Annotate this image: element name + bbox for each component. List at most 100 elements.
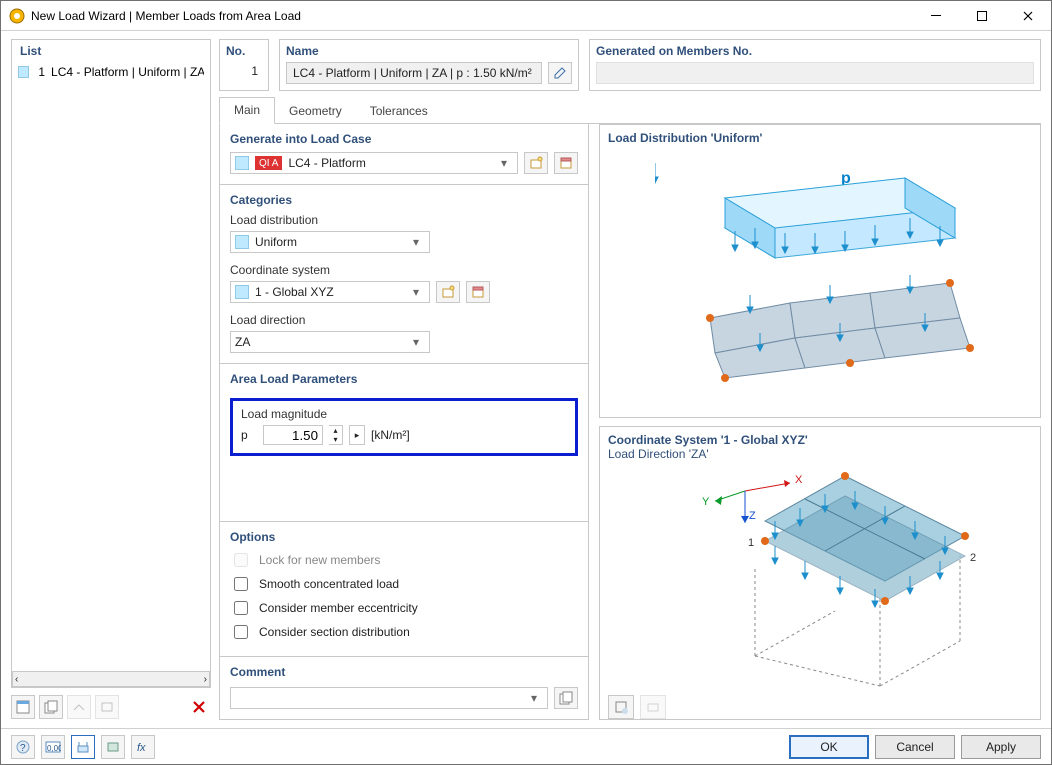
apply-button[interactable]: Apply: [961, 735, 1041, 759]
chevron-down-icon: ▾: [407, 235, 425, 249]
no-label: No.: [226, 44, 262, 58]
function-icon[interactable]: fx: [131, 735, 155, 759]
preview-tool-2-icon[interactable]: [640, 695, 666, 719]
preview-cs-title2: Load Direction 'ZA': [608, 447, 1032, 461]
load-case-combo[interactable]: QI A LC4 - Platform ▾: [230, 152, 518, 174]
preview-distribution: Load Distribution 'Uniform' p: [599, 124, 1041, 418]
ok-button[interactable]: OK: [789, 735, 869, 759]
tab-main[interactable]: Main: [219, 97, 275, 124]
new-icon[interactable]: [11, 695, 35, 719]
preview-dist-canvas: p: [608, 145, 1032, 411]
opt-lock-label: Lock for new members: [259, 553, 380, 567]
opt-smooth[interactable]: Smooth concentrated load: [230, 574, 578, 594]
close-button[interactable]: [1005, 1, 1051, 30]
name-value: LC4 - Platform | Uniform | ZA | p : 1.50…: [293, 66, 532, 80]
preview-coordinate-system: Coordinate System '1 - Global XYZ' Load …: [599, 426, 1041, 720]
opt-sect[interactable]: Consider section distribution: [230, 622, 578, 642]
opt-ecc-checkbox[interactable]: [234, 601, 248, 615]
magnitude-stepper[interactable]: ▴▾: [329, 425, 343, 445]
load-distribution-label: Load distribution: [230, 213, 578, 227]
options-section: Options Lock for new members Smooth conc…: [220, 522, 588, 656]
cancel-button[interactable]: Cancel: [875, 735, 955, 759]
preview-footer: [608, 691, 1032, 719]
area-load-section: Area Load Parameters: [220, 364, 588, 392]
opt-sect-label: Consider section distribution: [259, 625, 410, 639]
chevron-down-icon: ▾: [525, 691, 543, 705]
minimize-button[interactable]: [913, 1, 959, 30]
list-body[interactable]: 1 LC4 - Platform | Uniform | ZA | p :: [12, 62, 210, 671]
maximize-button[interactable]: [959, 1, 1005, 30]
preview-dist-title: Load Distribution 'Uniform': [608, 131, 1032, 145]
combo-value: LC4 - Platform: [288, 156, 365, 170]
toolbar-btn-4[interactable]: [95, 695, 119, 719]
tab-region: Main Geometry Tolerances Generate into L…: [219, 97, 1041, 720]
area-load-title: Area Load Parameters: [230, 372, 578, 386]
chevron-down-icon: ▾: [495, 156, 513, 170]
list-item-swatch: [18, 66, 29, 78]
copy-icon[interactable]: [39, 695, 63, 719]
delete-icon[interactable]: [187, 695, 211, 719]
opt-lock: Lock for new members: [230, 550, 578, 570]
help-icon[interactable]: ?: [11, 735, 35, 759]
tab-geometry[interactable]: Geometry: [275, 99, 356, 124]
dialog-window: New Load Wizard | Member Loads from Area…: [0, 0, 1052, 765]
svg-text:Y: Y: [702, 496, 710, 508]
comment-section: Comment: [220, 657, 588, 687]
magnitude-play-icon[interactable]: ▸: [349, 425, 365, 445]
comment-pick-icon[interactable]: [554, 687, 578, 709]
coordinate-system-label: Coordinate system: [230, 263, 578, 277]
svg-text:Z: Z: [749, 510, 756, 522]
generated-label: Generated on Members No.: [596, 44, 1034, 58]
combo-swatch: [235, 235, 249, 249]
opt-ecc-label: Consider member eccentricity: [259, 601, 418, 615]
titlebar: New Load Wizard | Member Loads from Area…: [1, 1, 1051, 31]
library-icon[interactable]: [554, 152, 578, 174]
generated-box: Generated on Members No.: [589, 39, 1041, 91]
window-title: New Load Wizard | Member Loads from Area…: [31, 9, 913, 23]
name-box: Name LC4 - Platform | Uniform | ZA | p :…: [279, 39, 579, 91]
cs-library-icon[interactable]: [466, 281, 490, 303]
options-title: Options: [230, 530, 578, 544]
name-label: Name: [286, 44, 572, 58]
opt-sect-checkbox[interactable]: [234, 625, 248, 639]
edit-name-icon[interactable]: [548, 62, 572, 84]
list-item[interactable]: 1 LC4 - Platform | Uniform | ZA | p :: [12, 62, 210, 82]
comment-title: Comment: [230, 665, 578, 679]
generated-area: [596, 62, 1034, 84]
main-area: List 1 LC4 - Platform | Uniform | ZA | p…: [11, 39, 1041, 720]
load-direction-combo[interactable]: ZA ▾: [230, 331, 430, 353]
preview-tool-1-icon[interactable]: [608, 695, 634, 719]
load-direction-label: Load direction: [230, 313, 578, 327]
svg-text:1: 1: [748, 537, 754, 549]
opt-smooth-checkbox[interactable]: [234, 577, 248, 591]
new-cs-icon[interactable]: [436, 281, 460, 303]
magnitude-unit: [kN/m²]: [371, 428, 410, 442]
units-icon[interactable]: 0,00: [41, 735, 65, 759]
tab-tolerances[interactable]: Tolerances: [356, 99, 442, 124]
right-area: No. 1 Name LC4 - Platform | Uniform | ZA…: [219, 39, 1041, 720]
load-distribution-combo[interactable]: Uniform ▾: [230, 231, 430, 253]
list-scroll-horizontal[interactable]: ‹›: [12, 671, 210, 687]
coordinate-system-combo[interactable]: 1 - Global XYZ ▾: [230, 281, 430, 303]
comment-combo[interactable]: ▾: [230, 687, 548, 709]
name-field: LC4 - Platform | Uniform | ZA | p : 1.50…: [286, 62, 542, 84]
magnitude-input[interactable]: [263, 425, 323, 445]
list-header: List: [12, 40, 210, 62]
list-panel: List 1 LC4 - Platform | Uniform | ZA | p…: [11, 39, 211, 688]
window-buttons: [913, 1, 1051, 30]
render-icon[interactable]: [101, 735, 125, 759]
new-loadcase-icon[interactable]: [524, 152, 548, 174]
opt-smooth-label: Smooth concentrated load: [259, 577, 399, 591]
load-magnitude-label: Load magnitude: [241, 407, 567, 421]
svg-text:X: X: [795, 474, 803, 486]
toolbar-btn-3[interactable]: [67, 695, 91, 719]
svg-text:?: ?: [20, 743, 26, 754]
left-column: List 1 LC4 - Platform | Uniform | ZA | p…: [11, 39, 211, 720]
load-magnitude-row: p ▴▾ ▸ [kN/m²]: [241, 425, 567, 445]
opt-lock-checkbox: [234, 553, 248, 567]
model-view-icon[interactable]: [71, 735, 95, 759]
form-column: Generate into Load Case QI A LC4 - Platf…: [219, 124, 589, 720]
opt-ecc[interactable]: Consider member eccentricity: [230, 598, 578, 618]
svg-text:2: 2: [970, 552, 976, 564]
combo-value: Uniform: [255, 235, 297, 249]
